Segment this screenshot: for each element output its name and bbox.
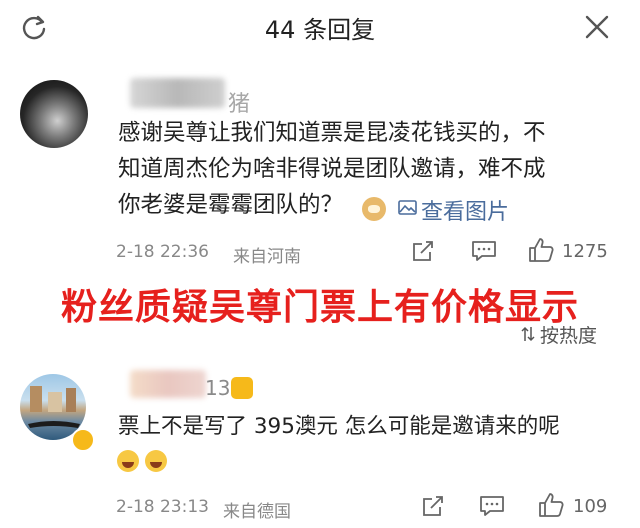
share-icon[interactable] (411, 239, 435, 263)
view-image-link[interactable]: 查看图片 (421, 194, 509, 226)
comment-icon[interactable] (471, 239, 497, 263)
comment-text-line: 你老婆是霉霉团队的？ (118, 192, 344, 218)
page-title: 44 条回复 (264, 16, 376, 44)
blurred-username (130, 78, 225, 108)
like-count: 1275 (562, 241, 608, 262)
header-bar: 44 条回复 (0, 0, 640, 58)
blurred-username (130, 370, 206, 398)
comment-location: 来自河南 (233, 247, 301, 267)
like-icon[interactable] (537, 491, 565, 519)
username[interactable]: 猪 (228, 86, 250, 118)
doge-emoji-icon (362, 197, 386, 221)
comment-time: 2-18 23:13 (116, 497, 209, 517)
comment-time: 2-18 22:36 (116, 242, 209, 262)
sort-by-heat-button[interactable]: 按热度 (540, 321, 597, 348)
like-icon[interactable] (527, 236, 555, 264)
laugh-cry-emoji-icon (117, 450, 139, 472)
comment-location: 来自德国 (223, 502, 291, 522)
comment-icon[interactable] (479, 494, 505, 518)
like-count: 109 (573, 496, 608, 517)
laugh-cry-emoji-icon (145, 450, 167, 472)
comment-text-line: 票上不是写了 395澳元 怎么可能是邀请来的呢 (118, 414, 560, 439)
member-badge-icon (231, 377, 253, 399)
avatar[interactable] (20, 80, 88, 148)
sort-icon[interactable] (521, 325, 535, 343)
close-icon[interactable] (583, 13, 611, 41)
comment-text-line: 知道周杰伦为啥非得说是团队邀请，难不成 (118, 156, 546, 182)
share-icon[interactable] (421, 494, 445, 518)
username[interactable]: 13 (205, 376, 230, 400)
image-icon (398, 200, 417, 215)
verified-badge-icon (71, 428, 95, 452)
comment-text-line: 感谢吴尊让我们知道票是昆凌花钱买的，不 (118, 120, 546, 146)
